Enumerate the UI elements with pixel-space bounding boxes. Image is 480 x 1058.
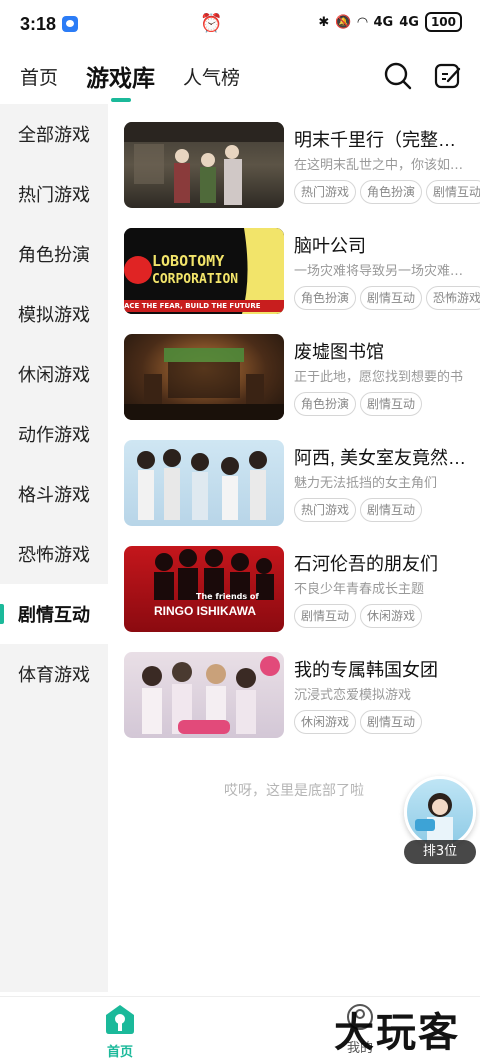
game-description: 不良少年青春成长主题: [294, 582, 425, 597]
nav-home[interactable]: 首页: [100, 1003, 140, 1058]
floating-rank-widget[interactable]: 排3位: [402, 776, 476, 866]
thumbnail-text: CORPORATION: [152, 272, 239, 287]
search-icon[interactable]: [384, 62, 412, 90]
game-item[interactable]: 废墟图书馆 正于此地，愿您找到想要的书 角色扮演 剧情互动: [124, 334, 480, 424]
game-tag[interactable]: 角色扮演: [294, 392, 357, 416]
game-title: 我的专属韩国女团: [294, 660, 438, 680]
game-tag[interactable]: 角色扮演: [294, 286, 357, 310]
game-tags: 休闲游戏 剧情互动: [294, 710, 480, 736]
status-time: 3:18: [20, 13, 57, 34]
category-horror[interactable]: 恐怖游戏: [0, 524, 108, 584]
rank-avatar[interactable]: [404, 776, 476, 848]
game-item[interactable]: The friends of RINGO ISHIKAWA 石河伦吾的朋友们 不…: [124, 546, 480, 636]
game-description: 正于此地，愿您找到想要的书: [294, 370, 464, 385]
status-bar: 3:18 ⏰ ✱ 🔕 ◠ 4G 4G 100: [0, 0, 480, 48]
game-tag[interactable]: 休闲游戏: [360, 604, 423, 628]
game-title: 石河伦吾的朋友们: [294, 554, 438, 574]
game-item[interactable]: 明末千里行（完整版） 在这明末乱世之中，你该如何生存 热门游戏 角色扮演 剧情互动: [124, 122, 480, 212]
game-tag[interactable]: 角色扮演: [360, 180, 423, 204]
game-tag[interactable]: 休闲游戏: [294, 710, 357, 734]
thumbnail-text: RINGO ISHIKAWA: [154, 604, 257, 618]
home-icon: [106, 1005, 134, 1034]
game-title: 阿西, 美女室友竟然是偶像: [294, 448, 470, 468]
alarm-icon: ⏰: [200, 13, 223, 34]
game-tags: 角色扮演 剧情互动 恐怖游戏: [294, 286, 480, 312]
thumbnail-text: The friends of: [196, 592, 259, 601]
thumbnail-text: ACE THE FEAR, BUILD THE FUTURE: [124, 302, 261, 310]
game-thumbnail[interactable]: [124, 122, 284, 208]
game-tag[interactable]: 剧情互动: [360, 286, 423, 310]
nav-home-label: 首页: [106, 1045, 133, 1058]
category-casual[interactable]: 休闲游戏: [0, 344, 108, 404]
game-title: 废墟图书馆: [294, 342, 384, 362]
game-item[interactable]: 我的专属韩国女团 沉浸式恋爱模拟游戏 休闲游戏 剧情互动: [124, 652, 480, 742]
game-title: 脑叶公司: [294, 236, 366, 256]
game-item[interactable]: 阿西, 美女室友竟然是偶像 魅力无法抵挡的女主角们 热门游戏剧情互动: [124, 440, 480, 530]
wifi-icon: ◠: [357, 14, 368, 30]
category-sidebar: 全部游戏 热门游戏 角色扮演 模拟游戏 休闲游戏 动作游戏 格斗游戏 恐怖游戏 …: [0, 104, 108, 992]
game-description: 在这明末乱世之中，你该如何生存: [294, 158, 470, 173]
tab-popularity[interactable]: 人气榜: [183, 63, 240, 90]
watermark-logo: 大玩客: [334, 1009, 460, 1056]
game-tag[interactable]: 剧情互动: [360, 498, 423, 522]
category-sports[interactable]: 体育游戏: [0, 644, 108, 704]
signal-1: 4G: [373, 14, 394, 30]
thumbnail-text: LOBOTOMY: [152, 252, 225, 270]
category-story-interactive[interactable]: 剧情互动: [0, 584, 108, 644]
game-tags: 角色扮演 剧情互动: [294, 392, 480, 418]
game-tag[interactable]: 剧情互动: [426, 180, 480, 204]
game-description: 一场灾难将导致另一场灾难的发生: [294, 264, 470, 279]
game-thumbnail[interactable]: [124, 334, 284, 420]
game-thumbnail[interactable]: [124, 440, 284, 526]
battery-icon: 100: [424, 12, 462, 32]
edit-icon[interactable]: [434, 62, 462, 90]
category-action[interactable]: 动作游戏: [0, 404, 108, 464]
game-thumbnail[interactable]: LOBOTOMY CORPORATION ACE THE FEAR, BUILD…: [124, 228, 284, 314]
game-tags: 热门游戏 角色扮演 剧情互动: [294, 180, 480, 206]
category-all[interactable]: 全部游戏: [0, 104, 108, 164]
game-tag[interactable]: 剧情互动: [360, 710, 423, 734]
game-tag[interactable]: 剧情互动: [360, 392, 423, 416]
signal-2: 4G: [399, 14, 419, 30]
rank-label: 排3位: [404, 840, 476, 864]
game-description: 沉浸式恋爱模拟游戏: [294, 688, 412, 703]
game-item[interactable]: LOBOTOMY CORPORATION ACE THE FEAR, BUILD…: [124, 228, 480, 318]
category-rpg[interactable]: 角色扮演: [0, 224, 108, 284]
game-tags: 热门游戏 剧情互动: [294, 498, 480, 524]
game-tag[interactable]: 恐怖游戏: [426, 286, 480, 310]
category-hot[interactable]: 热门游戏: [0, 164, 108, 224]
game-description: 魅力无法抵挡的女主角们: [294, 476, 438, 491]
game-title: 明末千里行（完整版）: [294, 130, 470, 150]
game-thumbnail[interactable]: The friends of RINGO ISHIKAWA: [124, 546, 284, 632]
mute-icon: 🔕: [335, 14, 352, 30]
game-thumbnail[interactable]: [124, 652, 284, 738]
category-simulation[interactable]: 模拟游戏: [0, 284, 108, 344]
game-tag[interactable]: 热门游戏: [294, 498, 357, 522]
bluetooth-icon: ✱: [318, 14, 330, 30]
tab-game-library[interactable]: 游戏库: [86, 59, 155, 102]
category-fighting[interactable]: 格斗游戏: [0, 464, 108, 524]
tab-home[interactable]: 首页: [20, 63, 58, 90]
game-tag[interactable]: 剧情互动: [294, 604, 357, 628]
game-tag[interactable]: 热门游戏: [294, 180, 357, 204]
message-icon: [62, 16, 79, 32]
game-tags: 剧情互动 休闲游戏: [294, 604, 480, 630]
status-indicators: ✱ 🔕 ◠ 4G 4G 100: [318, 12, 462, 32]
top-nav: 首页 游戏库 人气榜: [0, 48, 480, 104]
